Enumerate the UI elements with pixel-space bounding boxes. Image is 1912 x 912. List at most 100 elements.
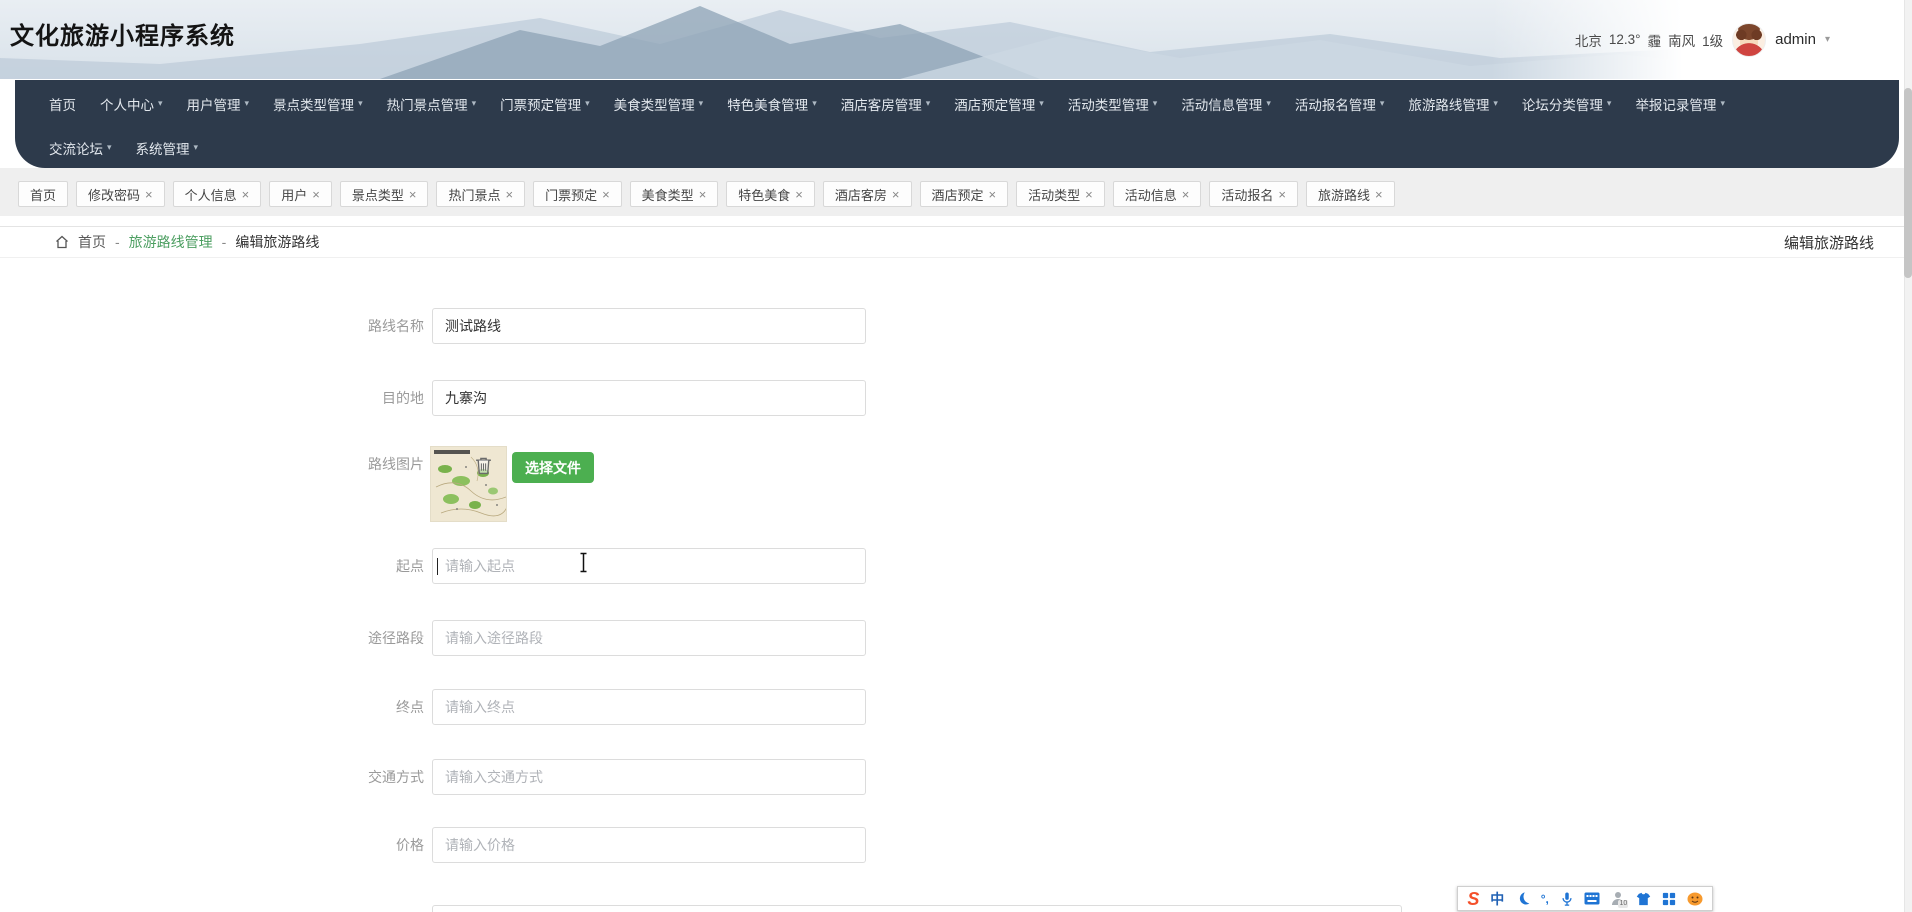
breadcrumb-section[interactable]: 旅游路线管理: [129, 232, 213, 252]
nav-item-label: 酒店预定管理: [954, 97, 1036, 113]
tab[interactable]: 美食类型 ×: [629, 181, 719, 207]
close-icon[interactable]: ×: [892, 188, 900, 201]
avatar[interactable]: [1732, 22, 1767, 57]
route-image-thumbnail[interactable]: [430, 446, 507, 522]
keyboard-icon[interactable]: [1584, 892, 1600, 905]
nav-item[interactable]: 举报记录管理 ▾: [1623, 94, 1737, 114]
nav-item-label: 美食类型管理: [613, 97, 695, 113]
sogou-logo-icon[interactable]: S: [1467, 890, 1479, 908]
breadcrumb: 首页 - 旅游路线管理 - 编辑旅游路线: [55, 232, 319, 252]
tab-label: 酒店预定: [931, 187, 984, 203]
tab[interactable]: 门票预定 ×: [533, 181, 622, 207]
destination-input[interactable]: [432, 380, 866, 416]
close-icon[interactable]: ×: [145, 188, 153, 201]
close-icon[interactable]: ×: [795, 188, 803, 201]
microphone-icon[interactable]: [1560, 891, 1574, 907]
tab[interactable]: 旅游路线 ×: [1305, 181, 1395, 207]
breadcrumb-bar: 首页 - 旅游路线管理 - 编辑旅游路线 编辑旅游路线: [0, 226, 1904, 258]
nav-item[interactable]: 首页: [37, 94, 88, 114]
close-icon[interactable]: ×: [1278, 188, 1286, 201]
tab[interactable]: 特色美食 ×: [726, 181, 815, 207]
close-icon[interactable]: ×: [699, 188, 707, 201]
user-dropdown-caret-icon[interactable]: ▾: [1825, 34, 1830, 45]
nav-item[interactable]: 热门景点管理 ▾: [375, 94, 489, 114]
close-icon[interactable]: ×: [242, 188, 250, 201]
nav-item[interactable]: 活动报名管理 ▾: [1283, 94, 1397, 114]
nav-item[interactable]: 特色美食管理 ▾: [715, 94, 829, 114]
username[interactable]: admin: [1775, 31, 1816, 48]
nav-item[interactable]: 论坛分类管理 ▾: [1510, 94, 1624, 114]
close-icon[interactable]: ×: [1085, 188, 1093, 201]
route-section-input[interactable]: [432, 620, 866, 656]
ime-toolbar: S 中 °, 10: [1457, 886, 1713, 911]
close-icon[interactable]: ×: [312, 188, 320, 201]
scrollbar-thumb[interactable]: [1904, 88, 1912, 278]
field-label: 价格: [396, 837, 424, 853]
close-icon[interactable]: ×: [1182, 188, 1190, 201]
tab[interactable]: 酒店客房 ×: [822, 181, 912, 207]
user-count-icon[interactable]: 10: [1611, 891, 1629, 908]
chinese-mode-icon[interactable]: 中: [1490, 889, 1504, 909]
skin-icon[interactable]: [1636, 892, 1651, 906]
moon-icon[interactable]: [1515, 891, 1530, 906]
chevron-down-icon: ▾: [925, 98, 931, 108]
form-row: 价格: [0, 827, 1912, 863]
nav-item-label: 系统管理: [135, 141, 190, 157]
chevron-down-icon: ▾: [698, 98, 704, 108]
emoji-icon[interactable]: [1687, 892, 1703, 906]
tab[interactable]: 个人信息 ×: [172, 181, 262, 207]
tab-label: 景点类型: [351, 187, 404, 203]
tab[interactable]: 活动信息 ×: [1112, 181, 1202, 207]
close-icon[interactable]: ×: [602, 188, 610, 201]
tab[interactable]: 热门景点 ×: [436, 181, 526, 207]
tab[interactable]: 活动类型 ×: [1016, 181, 1105, 207]
choose-file-button[interactable]: 选择文件: [512, 452, 594, 483]
field-label: 起点: [396, 558, 424, 574]
weather-city: 北京: [1574, 33, 1602, 49]
close-icon[interactable]: ×: [409, 188, 417, 201]
tab[interactable]: 活动报名 ×: [1209, 181, 1298, 207]
nav-item-label: 热门景点管理: [386, 97, 468, 113]
tab[interactable]: 用户 ×: [269, 181, 332, 207]
close-icon[interactable]: ×: [1375, 188, 1383, 201]
nav-item[interactable]: 活动信息管理 ▾: [1169, 94, 1283, 114]
breadcrumb-home[interactable]: 首页: [78, 232, 106, 252]
nav-item[interactable]: 个人中心 ▾: [88, 94, 175, 114]
end-point-input[interactable]: [432, 689, 866, 725]
nav-item[interactable]: 美食类型管理 ▾: [602, 94, 716, 114]
close-icon[interactable]: ×: [505, 188, 513, 201]
nav-item[interactable]: 景点类型管理 ▾: [261, 94, 375, 114]
delete-image-icon[interactable]: [475, 456, 492, 475]
breadcrumb-current: 编辑旅游路线: [235, 234, 320, 250]
weather-temp: 12.3°: [1608, 32, 1641, 47]
nav-item[interactable]: 门票预定管理 ▾: [488, 94, 602, 114]
tab[interactable]: 修改密码 ×: [76, 181, 165, 207]
transport-input[interactable]: [432, 759, 866, 795]
close-icon[interactable]: ×: [989, 188, 997, 201]
breadcrumb-separator: -: [115, 234, 120, 250]
field-label: 目的地: [382, 390, 424, 406]
route-name-input[interactable]: [432, 308, 866, 344]
punctuation-icon[interactable]: °,: [1541, 892, 1549, 906]
nav-item-label: 酒店客房管理: [840, 97, 922, 113]
nav-item-label: 活动报名管理: [1294, 97, 1376, 113]
price-input[interactable]: [432, 827, 866, 863]
tab[interactable]: 首页: [18, 181, 69, 207]
nav-item[interactable]: 酒店预定管理 ▾: [942, 94, 1056, 114]
start-point-input[interactable]: [432, 548, 866, 584]
weather-wind: 南风: [1668, 33, 1696, 49]
form-row-image: 路线图片 选择文件: [0, 446, 1912, 526]
toolbox-icon[interactable]: [1662, 892, 1676, 906]
nav-item[interactable]: 酒店客房管理 ▾: [829, 94, 943, 114]
tab[interactable]: 酒店预定 ×: [919, 181, 1009, 207]
nav-item[interactable]: 活动类型管理 ▾: [1056, 94, 1170, 114]
chevron-down-icon: ▾: [1606, 98, 1612, 108]
nav-item[interactable]: 用户管理 ▾: [175, 94, 262, 114]
weather-wind-level: 1级: [1702, 33, 1724, 49]
nav-item-label: 举报记录管理: [1635, 97, 1717, 113]
tab[interactable]: 景点类型 ×: [339, 181, 429, 207]
nav-item[interactable]: 旅游路线管理 ▾: [1396, 94, 1510, 114]
nav-item[interactable]: 交流论坛 ▾: [37, 138, 124, 158]
route-details-field-partial[interactable]: [432, 905, 1402, 912]
nav-item[interactable]: 系统管理 ▾: [124, 138, 211, 158]
